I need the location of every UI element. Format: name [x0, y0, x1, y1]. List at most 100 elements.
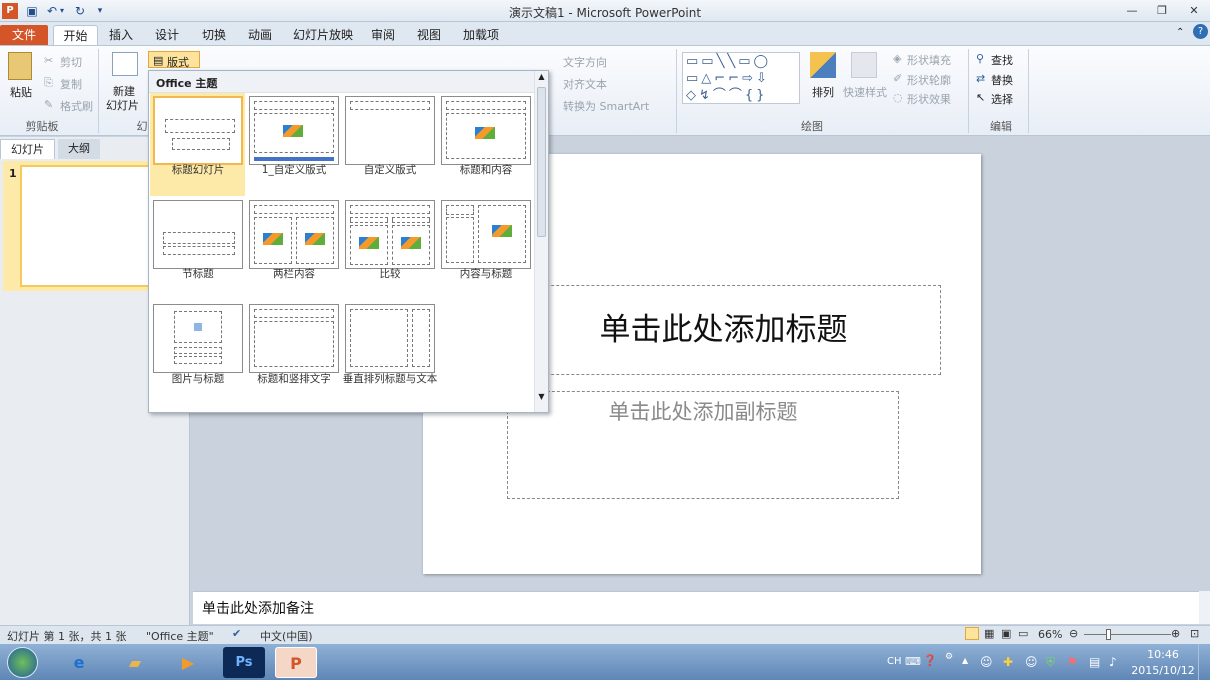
- tab-home[interactable]: 开始: [53, 25, 98, 46]
- zoom-out-icon[interactable]: ⊖: [1069, 627, 1078, 640]
- new-slide-button[interactable]: 幻灯片: [106, 97, 139, 113]
- align-text-button[interactable]: 对齐文本: [563, 76, 607, 92]
- shape-outline-button[interactable]: 形状轮廓: [907, 72, 951, 88]
- reading-view-icon[interactable]: ▣: [1001, 627, 1011, 640]
- gallery-scrollbar[interactable]: ▲ ▼: [534, 71, 548, 412]
- cut-icon[interactable]: ✂: [44, 54, 53, 67]
- copy-button[interactable]: 复制: [60, 76, 82, 92]
- qq-tray-icon[interactable]: ☺: [1025, 655, 1038, 669]
- zoom-slider-thumb[interactable]: [1106, 629, 1111, 640]
- security-icon[interactable]: ✚: [1003, 655, 1013, 669]
- layout-button[interactable]: ▤ 版式: [148, 51, 200, 69]
- arrange-button[interactable]: 排列: [812, 84, 834, 100]
- new-slide-icon[interactable]: [112, 52, 138, 76]
- subtitle-placeholder[interactable]: 单击此处添加副标题: [507, 391, 899, 499]
- quick-styles-button[interactable]: 快速样式: [843, 84, 887, 100]
- layout-two-content[interactable]: [249, 200, 339, 269]
- format-painter-button[interactable]: 格式刷: [60, 98, 93, 114]
- tab-animations[interactable]: 动画: [243, 25, 277, 46]
- shape-effects-button[interactable]: 形状效果: [907, 91, 951, 107]
- scroll-down-icon[interactable]: ▼: [536, 392, 547, 404]
- scroll-thumb[interactable]: [537, 87, 546, 237]
- layout-vertical-title-and-text[interactable]: [345, 304, 435, 373]
- find-button[interactable]: 查找: [991, 52, 1013, 68]
- tab-design[interactable]: 设计: [150, 25, 184, 46]
- paste-icon[interactable]: [8, 52, 32, 80]
- shape-outline-icon[interactable]: ✐: [893, 72, 902, 85]
- slide-sorter-icon[interactable]: ▦: [984, 627, 994, 640]
- shape-fill-icon[interactable]: ◈: [893, 52, 901, 65]
- photoshop-icon[interactable]: Ps: [223, 647, 265, 678]
- tab-file[interactable]: 文件: [0, 25, 48, 46]
- spellcheck-icon[interactable]: ✔: [232, 627, 241, 640]
- layout-title-and-content[interactable]: [441, 96, 531, 165]
- text-direction-button[interactable]: 文字方向: [563, 54, 607, 70]
- layout-custom-1[interactable]: [249, 96, 339, 165]
- zoom-slider[interactable]: [1084, 634, 1171, 635]
- fit-to-window-icon[interactable]: ⊡: [1190, 627, 1199, 640]
- layout-title-vertical-text[interactable]: [249, 304, 339, 373]
- cut-button[interactable]: 剪切: [60, 54, 82, 70]
- scroll-up-icon[interactable]: ▲: [536, 72, 547, 84]
- notes-pane[interactable]: 单击此处添加备注: [193, 591, 1199, 624]
- help-tray-icon[interactable]: ❓: [923, 654, 937, 667]
- volume-icon[interactable]: ♪: [1109, 655, 1117, 669]
- format-painter-icon[interactable]: ✎: [44, 98, 53, 111]
- notes-scrollbar[interactable]: [1199, 591, 1210, 624]
- layout-picture-with-caption[interactable]: [153, 304, 243, 373]
- find-icon[interactable]: ⚲: [976, 52, 984, 65]
- tab-transitions[interactable]: 切换: [197, 25, 231, 46]
- tab-view[interactable]: 视图: [412, 25, 446, 46]
- shape-effects-icon[interactable]: ◌: [893, 91, 903, 104]
- layout-custom[interactable]: [345, 96, 435, 165]
- select-icon[interactable]: ↖: [976, 91, 985, 104]
- title-placeholder[interactable]: 单击此处添加标题: [506, 285, 941, 375]
- ie-icon[interactable]: e: [58, 647, 100, 678]
- layout-title-slide[interactable]: [153, 96, 243, 165]
- help-icon[interactable]: ?: [1193, 24, 1208, 39]
- close-button[interactable]: ✕: [1183, 3, 1205, 19]
- theme-name[interactable]: "Office 主题": [146, 628, 214, 644]
- explorer-icon[interactable]: ▰: [114, 647, 156, 678]
- tab-review[interactable]: 审阅: [366, 25, 400, 46]
- layout-section-header[interactable]: [153, 200, 243, 269]
- layout-content-with-caption[interactable]: [441, 200, 531, 269]
- select-button[interactable]: 选择: [991, 91, 1013, 107]
- tab-slides[interactable]: 幻灯片: [0, 139, 55, 159]
- keyboard-icon[interactable]: ⌨: [905, 655, 921, 668]
- shield-icon[interactable]: ⛨: [1046, 655, 1055, 670]
- minimize-button[interactable]: —: [1121, 3, 1143, 19]
- quick-styles-icon[interactable]: [851, 52, 877, 78]
- qq-icon[interactable]: ☺: [980, 655, 993, 669]
- tray-settings-icon[interactable]: ⚙: [945, 652, 953, 662]
- tab-slideshow[interactable]: 幻灯片放映: [290, 25, 356, 46]
- show-hidden-icons[interactable]: ▲: [962, 656, 968, 665]
- powerpoint-taskbar-icon[interactable]: P: [275, 647, 317, 678]
- start-button[interactable]: [7, 647, 38, 678]
- ime-indicator[interactable]: CH: [887, 656, 902, 667]
- layout-comparison[interactable]: [345, 200, 435, 269]
- normal-view-icon[interactable]: [965, 627, 979, 640]
- paste-button[interactable]: 粘贴: [10, 84, 32, 100]
- tab-outline[interactable]: 大纲: [58, 139, 100, 159]
- arrange-icon[interactable]: [810, 52, 836, 78]
- shapes-gallery[interactable]: ▭▭╲╲▭◯ ▭△⌐⌐⇨⇩ ◇↯⌒⌒{}: [682, 52, 800, 104]
- tab-addins[interactable]: 加载项: [459, 25, 503, 46]
- shape-fill-button[interactable]: 形状填充: [907, 52, 951, 68]
- language[interactable]: 中文(中国): [260, 628, 313, 644]
- flag-icon[interactable]: ⚑: [1067, 655, 1078, 669]
- slideshow-view-icon[interactable]: ▭: [1018, 627, 1028, 640]
- replace-button[interactable]: 替换: [991, 72, 1013, 88]
- minimize-ribbon-icon[interactable]: ⌃: [1176, 27, 1184, 38]
- clock-time[interactable]: 10:46: [1134, 648, 1192, 661]
- zoom-in-icon[interactable]: ⊕: [1171, 627, 1180, 640]
- media-player-icon[interactable]: ▶: [167, 647, 209, 678]
- network-icon[interactable]: ▤: [1089, 655, 1100, 669]
- restore-button[interactable]: ❐: [1151, 3, 1173, 19]
- clock-date[interactable]: 2015/10/12: [1130, 664, 1196, 677]
- show-desktop-button[interactable]: [1198, 644, 1210, 680]
- copy-icon[interactable]: ⎘: [44, 76, 53, 90]
- tab-insert[interactable]: 插入: [104, 25, 138, 46]
- replace-icon[interactable]: ⇄: [976, 72, 985, 85]
- zoom-level[interactable]: 66%: [1038, 628, 1062, 641]
